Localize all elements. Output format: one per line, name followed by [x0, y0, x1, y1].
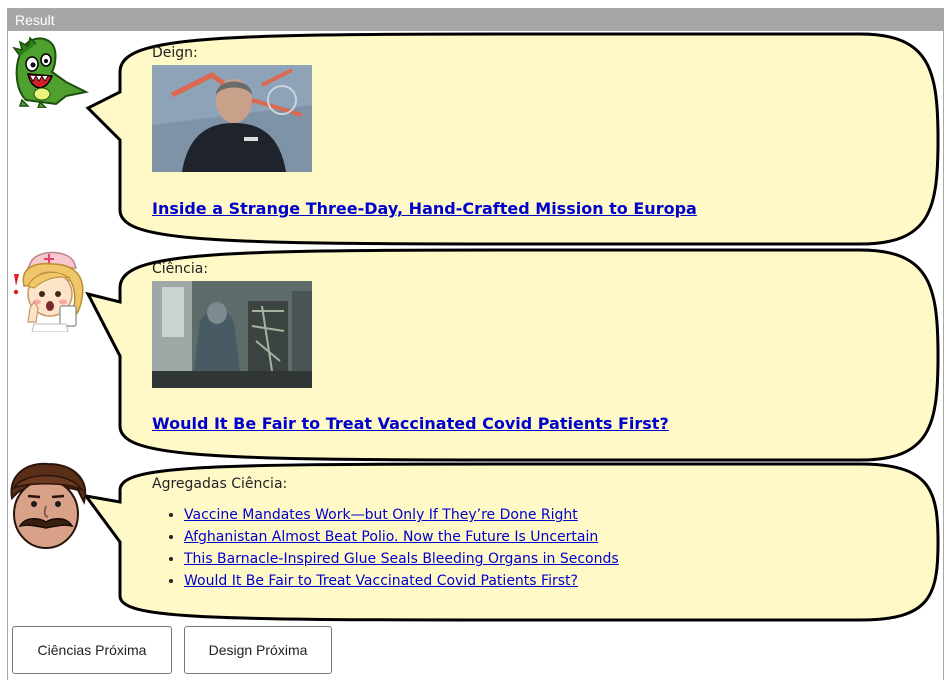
post-2: Ciência:	[152, 261, 312, 388]
list-item: Would It Be Fair to Treat Vaccinated Cov…	[184, 570, 619, 592]
aggregate-link[interactable]: Would It Be Fair to Treat Vaccinated Cov…	[184, 573, 578, 589]
list-item: This Barnacle-Inspired Glue Seals Bleedi…	[184, 548, 619, 570]
article-thumbnail-image[interactable]	[152, 65, 312, 172]
aggregate-list: Agregadas Ciência: Vaccine Mandates Work…	[152, 476, 619, 592]
article-thumbnail-image[interactable]	[152, 281, 312, 388]
aggregate-link[interactable]: Afghanistan Almost Beat Polio. Now the F…	[184, 529, 598, 545]
mustache-man-icon	[10, 462, 87, 549]
green-dinosaur-icon	[12, 36, 90, 108]
post-headline-link[interactable]: Would It Be Fair to Treat Vaccinated Cov…	[152, 414, 669, 433]
aggregate-link[interactable]: Vaccine Mandates Work—but Only If They’r…	[184, 507, 578, 523]
list-item: Vaccine Mandates Work—but Only If They’r…	[184, 504, 619, 526]
post-headline-link[interactable]: Inside a Strange Three-Day, Hand-Crafted…	[152, 199, 697, 218]
list-item: Afghanistan Almost Beat Polio. Now the F…	[184, 526, 619, 548]
ciencias-proxima-button[interactable]: Ciências Próxima	[12, 626, 172, 674]
nurse-icon	[13, 251, 84, 332]
design-proxima-button[interactable]: Design Próxima	[184, 626, 332, 674]
post-category-label: Ciência:	[152, 261, 209, 277]
post-1: Deign:	[152, 45, 312, 172]
panel-title: Result	[8, 9, 943, 31]
aggregate-link[interactable]: This Barnacle-Inspired Glue Seals Bleedi…	[184, 551, 619, 567]
post-category-label: Deign:	[152, 45, 198, 61]
aggregate-label: Agregadas Ciência:	[152, 476, 288, 492]
